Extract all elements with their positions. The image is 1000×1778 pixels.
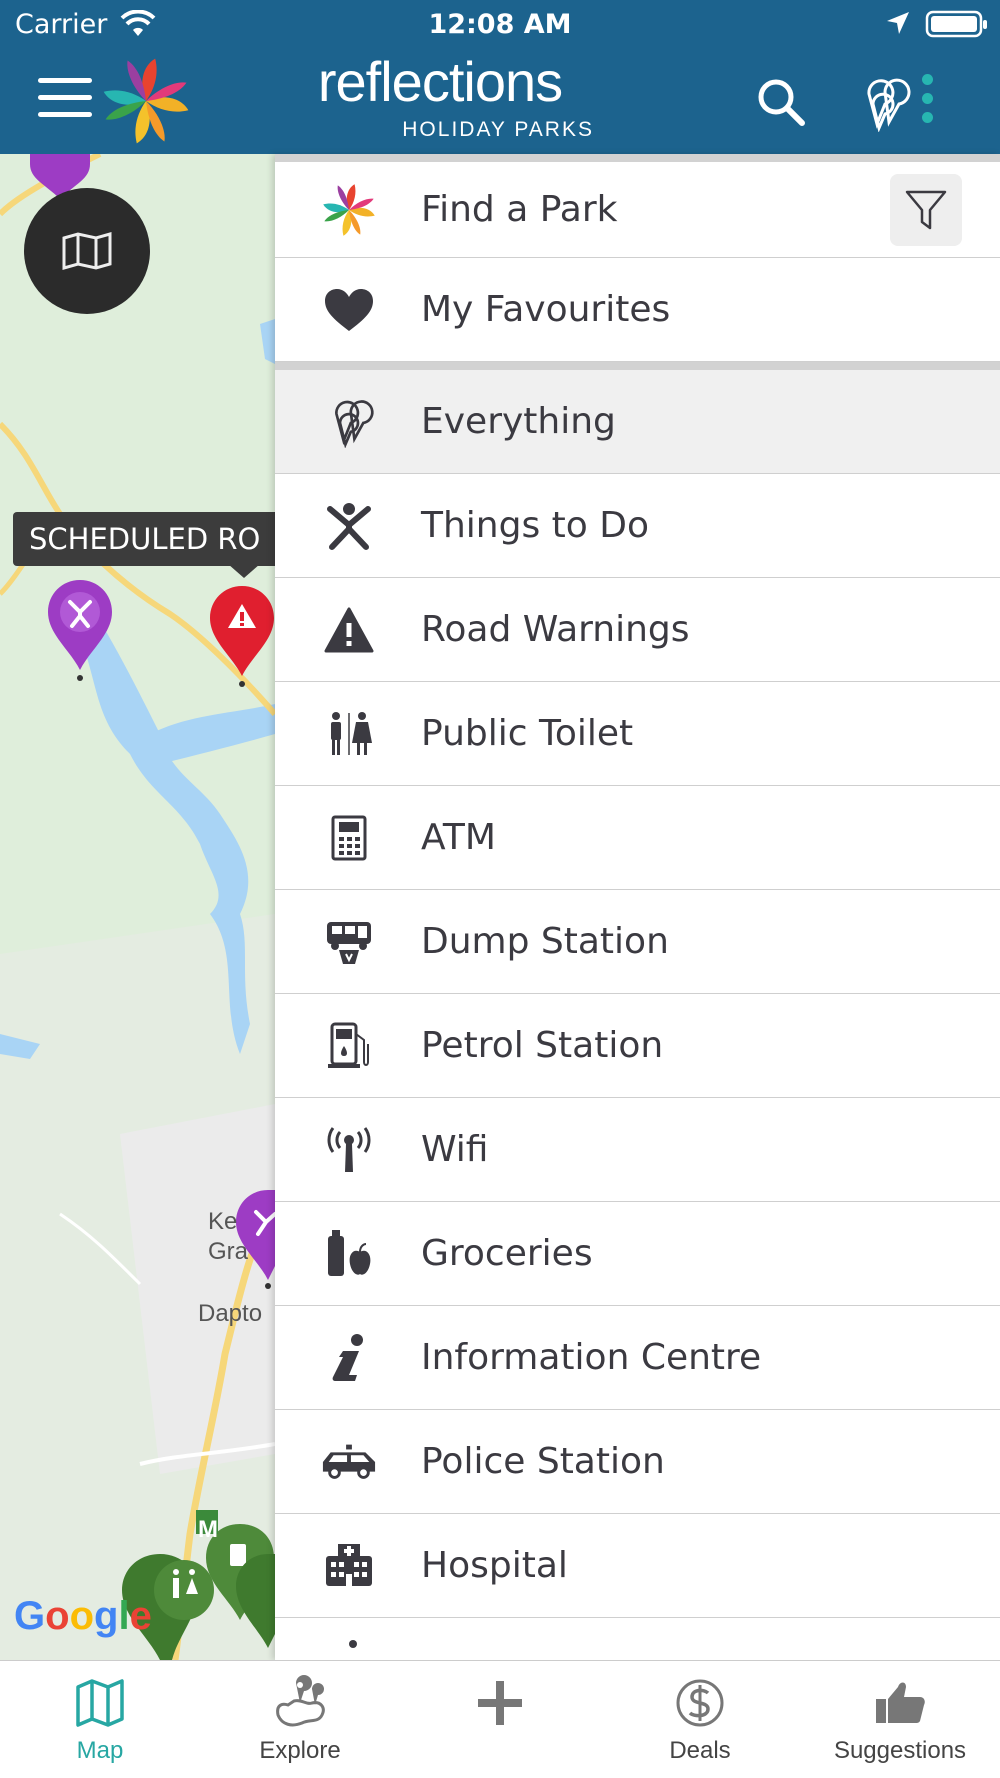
- menu-button[interactable]: [38, 78, 92, 122]
- find-park-label: Find a Park: [421, 189, 618, 230]
- balloons-icon[interactable]: [855, 74, 911, 132]
- wifi-tower-icon: [321, 1122, 377, 1178]
- category-police-station[interactable]: Police Station: [275, 1410, 1000, 1514]
- dump-station-icon: [321, 914, 377, 970]
- category-groceries[interactable]: Groceries: [275, 1202, 1000, 1306]
- category-everything[interactable]: Everything: [275, 370, 1000, 474]
- map-pin-road-warning[interactable]: [210, 586, 274, 687]
- clock: 12:08 AM: [428, 9, 572, 40]
- tab-map[interactable]: Map: [0, 1661, 200, 1778]
- pinwheel-logo-icon: [321, 182, 377, 238]
- favourites-row[interactable]: My Favourites: [275, 258, 1000, 362]
- category-atm[interactable]: ATM: [275, 786, 1000, 890]
- fuel-pump-icon: [321, 1018, 377, 1074]
- more-vertical-icon[interactable]: [922, 74, 936, 132]
- map-callout[interactable]: SCHEDULED RO: [13, 512, 275, 566]
- tab-label: Explore: [259, 1737, 341, 1764]
- drawer-top-border: [275, 154, 1000, 162]
- category-drawer: Find a Park My Favourites Everything Thi…: [275, 154, 1000, 1660]
- category-partial-row[interactable]: [275, 1618, 1000, 1660]
- category-label: Wifi: [421, 1129, 489, 1170]
- section-divider: [275, 362, 1000, 370]
- search-icon[interactable]: [755, 76, 807, 128]
- category-things-to-do[interactable]: Things to Do: [275, 474, 1000, 578]
- tab-label: Map: [76, 1737, 124, 1764]
- category-label: Public Toilet: [421, 713, 634, 754]
- google-attribution: Google: [14, 1594, 152, 1638]
- map-book-icon: [62, 232, 112, 270]
- category-label: Petrol Station: [421, 1025, 664, 1066]
- map-background: [0, 154, 275, 1660]
- map-label-gra: Gra: [208, 1238, 249, 1265]
- tab-label: Suggestions: [833, 1737, 967, 1764]
- category-label: Things to Do: [421, 505, 650, 546]
- bottom-tab-bar: Map Explore Deals Suggestions: [0, 1660, 1000, 1778]
- category-label: Hospital: [421, 1545, 568, 1586]
- hamburger-icon: [38, 78, 92, 83]
- atm-icon: [321, 810, 377, 866]
- thumbs-up-icon: [876, 1682, 925, 1723]
- filter-button[interactable]: [890, 173, 962, 246]
- balloons-icon: [321, 394, 377, 450]
- category-dump-station[interactable]: Dump Station: [275, 890, 1000, 994]
- category-public-toilet[interactable]: Public Toilet: [275, 682, 1000, 786]
- hospital-icon: [321, 1538, 377, 1594]
- category-wifi[interactable]: Wifi: [275, 1098, 1000, 1202]
- information-icon: [321, 1330, 377, 1386]
- map-label-m: M: [198, 1516, 218, 1543]
- tab-label: Deals: [669, 1737, 731, 1764]
- category-hospital[interactable]: Hospital: [275, 1514, 1000, 1618]
- next-category-icon: [321, 1620, 377, 1660]
- police-car-icon: [321, 1434, 377, 1490]
- map-icon: [76, 1679, 124, 1727]
- plus-icon: [478, 1681, 522, 1725]
- status-bar: Carrier 12:08 AM: [0, 0, 1000, 50]
- category-label: ATM: [421, 817, 496, 858]
- map-view[interactable]: SCHEDULED RO Ke Gra Dapto M Google: [0, 154, 275, 1660]
- tab-add[interactable]: [400, 1661, 600, 1778]
- tab-suggestions[interactable]: Suggestions: [800, 1661, 1000, 1778]
- toilet-icon: [321, 706, 377, 762]
- category-label: Information Centre: [421, 1337, 762, 1378]
- tab-deals[interactable]: Deals: [600, 1661, 800, 1778]
- map-layers-button[interactable]: [24, 188, 150, 314]
- favourites-label: My Favourites: [421, 289, 671, 330]
- brand-title: reflections: [317, 50, 563, 113]
- person-jumping-icon: [321, 498, 377, 554]
- category-road-warnings[interactable]: Road Warnings: [275, 578, 1000, 682]
- filter-icon: [905, 190, 947, 229]
- category-label: Everything: [421, 401, 616, 442]
- pinwheel-logo-icon: [103, 58, 189, 144]
- find-park-row[interactable]: Find a Park: [275, 162, 1000, 258]
- location-arrow-icon: [887, 12, 909, 34]
- map-label-dapto: Dapto: [198, 1300, 263, 1327]
- groceries-icon: [321, 1226, 377, 1282]
- warning-triangle-icon: [321, 602, 377, 658]
- heart-icon: [321, 282, 377, 338]
- explore-icon: [276, 1675, 325, 1727]
- dollar-icon: [676, 1679, 724, 1727]
- tab-explore[interactable]: Explore: [200, 1661, 400, 1778]
- category-label: Groceries: [421, 1233, 593, 1274]
- category-petrol-station[interactable]: Petrol Station: [275, 994, 1000, 1098]
- category-information-centre[interactable]: Information Centre: [275, 1306, 1000, 1410]
- category-label: Police Station: [421, 1441, 665, 1482]
- category-label: Dump Station: [421, 921, 669, 962]
- battery-icon: [925, 10, 987, 38]
- map-label-ke: Ke: [208, 1208, 238, 1235]
- callout-pointer: [228, 564, 260, 578]
- app-header: Carrier 12:08 AM reflections HOLIDAY PAR…: [0, 0, 1000, 154]
- brand-subtitle: HOLIDAY PARKS: [402, 118, 594, 141]
- category-label: Road Warnings: [421, 609, 690, 650]
